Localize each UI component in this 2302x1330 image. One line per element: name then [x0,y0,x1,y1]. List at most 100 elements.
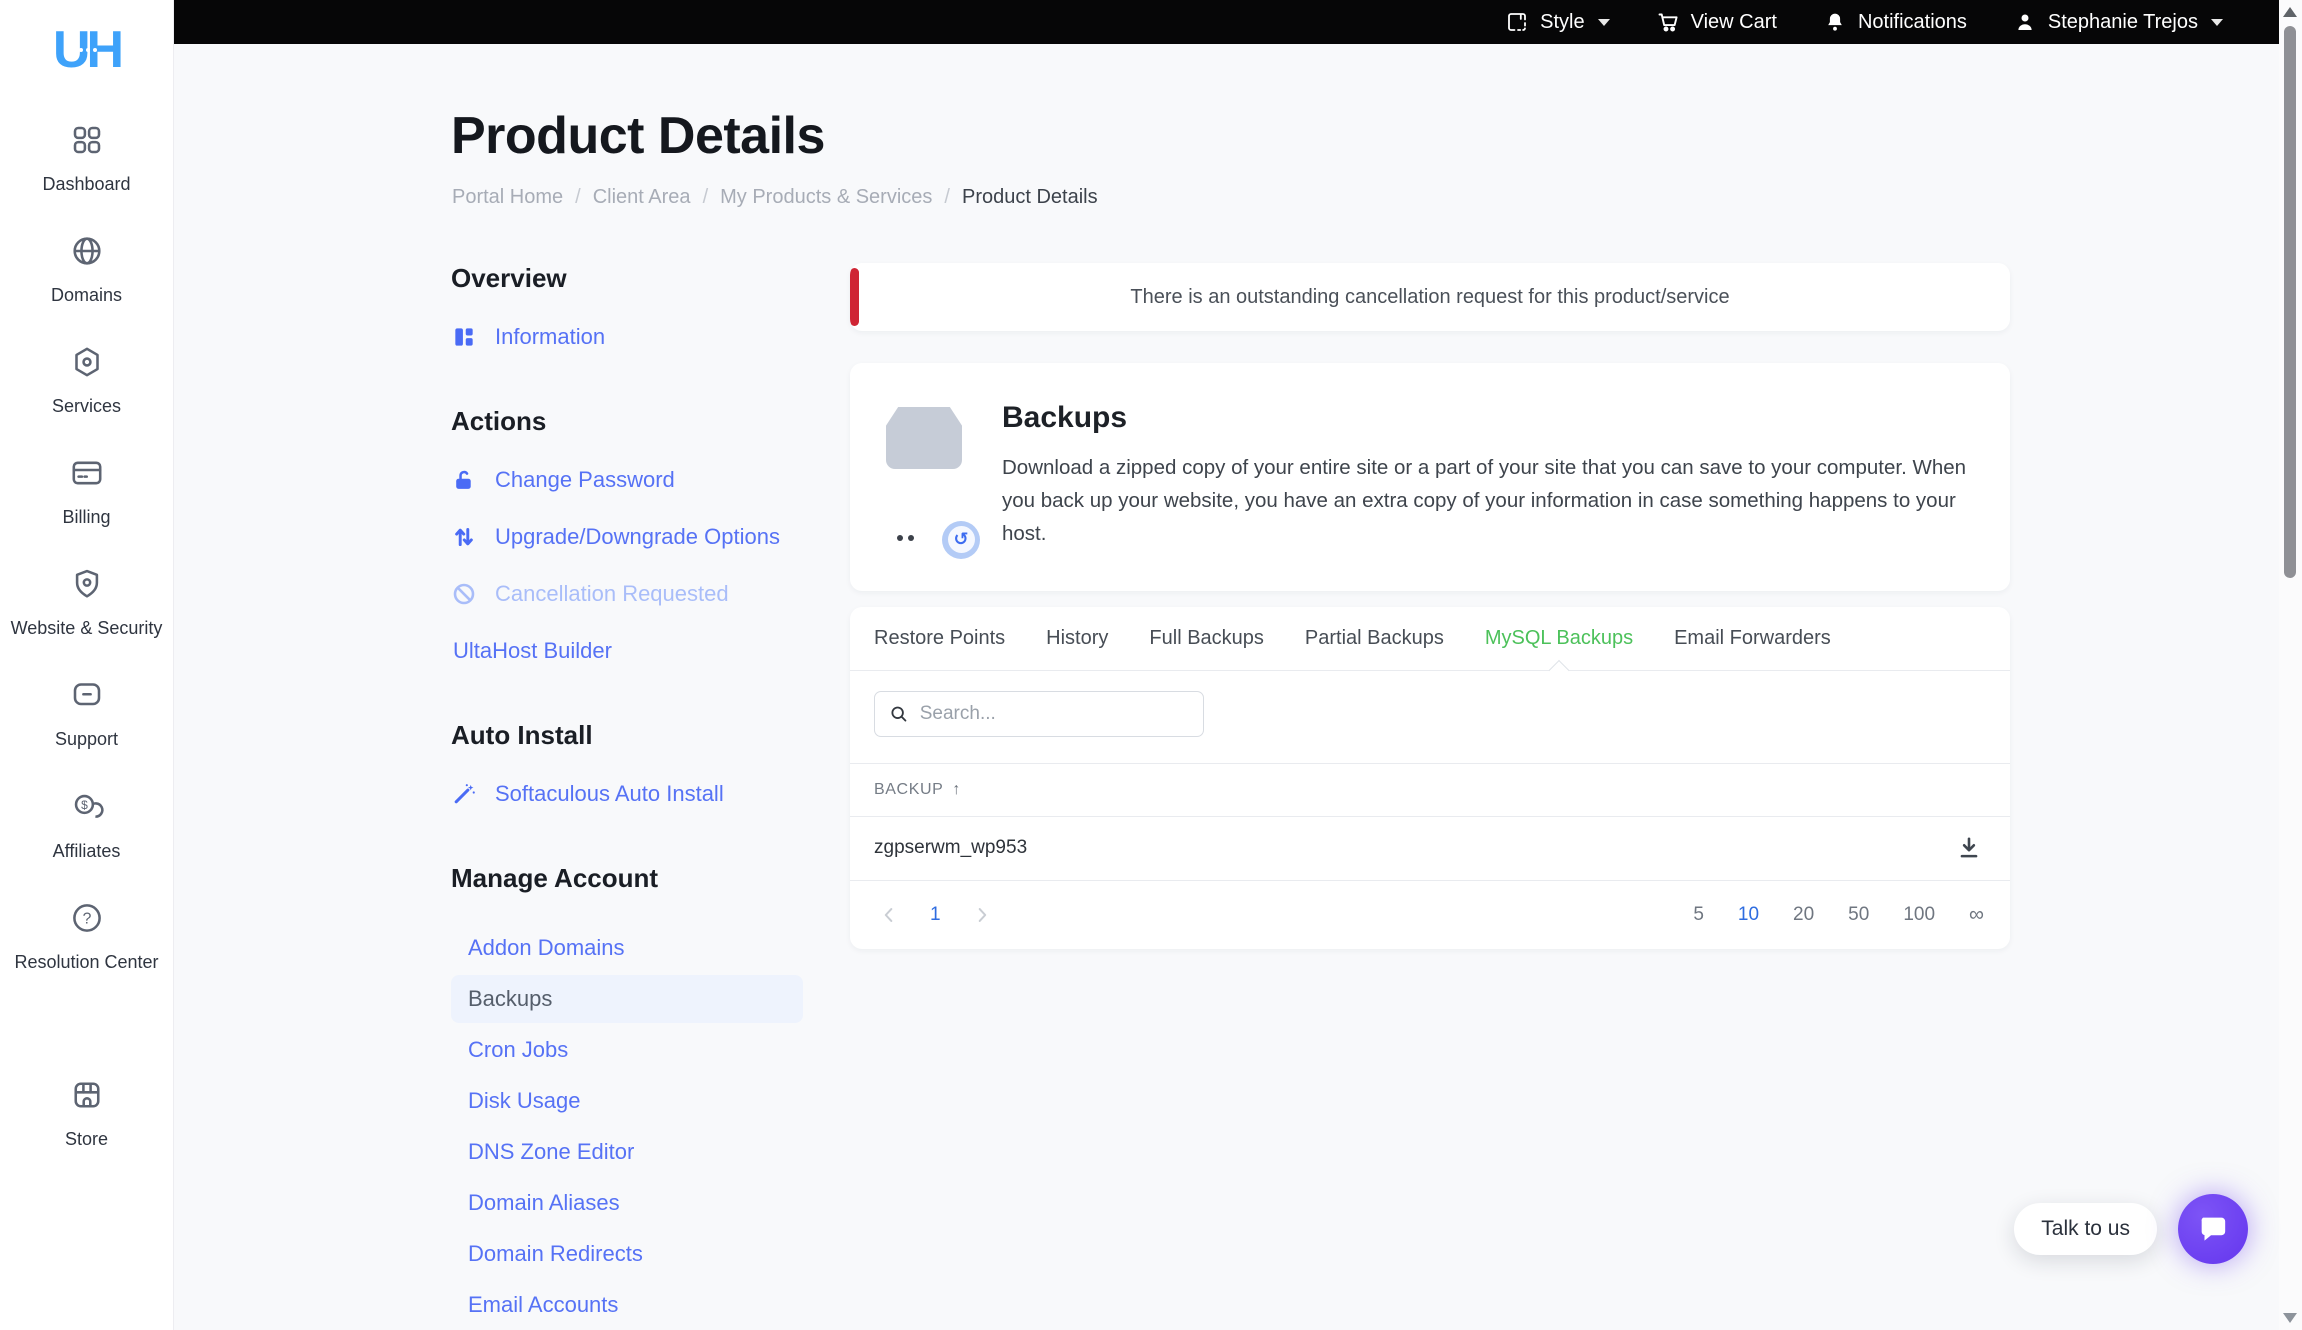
tab-email-forwarders[interactable]: Email Forwarders [1674,606,1831,670]
download-backup-button[interactable] [1952,831,1986,865]
previous-page-button[interactable] [876,902,902,928]
scrollbar-thumb[interactable] [2284,26,2296,578]
upgrade-downgrade-label: Upgrade/Downgrade Options [495,524,780,550]
chevron-left-icon [878,904,900,926]
restore-badge-icon: ↺ [942,521,980,559]
page-size-5[interactable]: 5 [1693,904,1704,926]
tab-restore-points[interactable]: Restore Points [874,606,1005,670]
next-page-button[interactable] [969,902,995,928]
notifications-button[interactable]: Notifications [1823,10,1967,34]
breadcrumb-separator: / [575,186,581,209]
tab-partial-backups[interactable]: Partial Backups [1305,606,1444,670]
backups-table-card: Restore Points History Full Backups Part… [850,607,2010,949]
main-content: Product Details Portal Home / Client Are… [174,44,2279,1330]
sidebar-item-domains[interactable]: Domains [0,233,173,308]
information-link[interactable]: Information [451,324,803,350]
sidebar-item-support[interactable]: Support [0,677,173,752]
sidebar-item-label: Resolution Center [14,949,158,975]
scroll-down-arrow-icon[interactable] [2283,1313,2297,1323]
manage-item-email-accounts[interactable]: Email Accounts [451,1281,803,1329]
tab-full-backups[interactable]: Full Backups [1149,606,1264,670]
dashboard-grid-icon [69,122,105,158]
sidebar-item-dashboard[interactable]: Dashboard [0,122,173,197]
page-size-20[interactable]: 20 [1793,904,1814,926]
talk-to-us-label: Talk to us [2041,1217,2130,1241]
chat-bubble-icon [2196,1212,2230,1246]
search-icon [889,703,909,725]
breadcrumb-separator: / [944,186,950,209]
backups-server-icon: ↺ [886,407,966,551]
notifications-label: Notifications [1858,11,1967,34]
manage-item-domain-aliases[interactable]: Domain Aliases [451,1179,803,1227]
backups-card: ↺ Backups Download a zipped copy of your… [850,363,2010,591]
user-menu[interactable]: Stephanie Trejos [2013,10,2223,34]
backups-tabs: Restore Points History Full Backups Part… [850,607,2010,671]
sidebar-item-label: Billing [62,504,110,530]
tab-history[interactable]: History [1046,606,1108,670]
sidebar-item-label: Website & Security [11,615,163,641]
sort-ascending-icon[interactable]: ↑ [952,781,960,799]
overview-heading: Overview [451,263,803,294]
chat-launcher-button[interactable] [2178,1194,2248,1264]
style-menu[interactable]: Style [1505,10,1609,34]
ultahost-logo[interactable]: UH [53,24,120,76]
sidebar-item-resolution-center[interactable]: ? Resolution Center [0,900,173,975]
columns-icon [451,324,477,350]
manage-account-section: Manage Account Addon Domains Backups Cro… [451,863,803,1330]
sidebar-item-services[interactable]: Services [0,344,173,419]
backup-column-header[interactable]: BACKUP [874,781,943,799]
ban-icon [451,581,477,607]
page-number[interactable]: 1 [930,904,941,926]
manage-item-dns-zone-editor[interactable]: DNS Zone Editor [451,1128,803,1176]
upgrade-downgrade-link[interactable]: Upgrade/Downgrade Options [451,524,803,550]
product-content-column: There is an outstanding cancellation req… [850,263,2010,949]
breadcrumb-client-area[interactable]: Client Area [593,186,691,209]
search-box[interactable] [874,691,1204,737]
scroll-up-arrow-icon[interactable] [2283,7,2297,17]
backups-title: Backups [1002,401,1970,435]
search-input[interactable] [920,703,1189,725]
sidebar-item-label: Store [65,1126,108,1152]
change-password-label: Change Password [495,467,675,493]
vertical-scrollbar[interactable] [2279,0,2302,1330]
chat-bubble-icon [69,677,105,713]
view-cart-button[interactable]: View Cart [1656,10,1777,34]
manage-item-domain-redirects[interactable]: Domain Redirects [451,1230,803,1278]
question-circle-icon: ? [69,900,105,936]
manage-item-backups[interactable]: Backups [451,975,803,1023]
page-size-50[interactable]: 50 [1848,904,1869,926]
softaculous-link[interactable]: Softaculous Auto Install [451,781,803,807]
breadcrumb-current: Product Details [962,186,1098,209]
download-icon [1956,835,1982,861]
sidebar-item-billing[interactable]: Billing [0,455,173,530]
manage-item-cron-jobs[interactable]: Cron Jobs [451,1026,803,1074]
magic-wand-icon [451,781,477,807]
chevron-down-icon [1598,19,1610,26]
hexagon-nut-icon [69,344,105,380]
tab-mysql-backups[interactable]: MySQL Backups [1485,606,1633,670]
table-row: zgpserwm_wp953 [850,817,2010,881]
sidebar-item-store[interactable]: Store [0,1077,173,1152]
ultahost-builder-link[interactable]: UltaHost Builder [451,638,803,664]
search-area [850,671,2010,763]
cart-icon [1656,10,1680,34]
sidebar-item-affiliates[interactable]: $ Affiliates [0,789,173,864]
page-size-infinity[interactable]: ∞ [1969,903,1984,927]
sidebar-nav: Dashboard Domains Services Billing [0,122,173,1188]
user-icon [2013,10,2037,34]
sidebar-item-label: Affiliates [53,838,121,864]
manage-item-addon-domains[interactable]: Addon Domains [451,924,803,972]
product-nav-column: Overview Information Actions [451,263,803,1330]
style-icon [1505,10,1529,34]
logo-dots [79,48,97,52]
topbar: Style View Cart Notifications Stephanie … [174,0,2279,44]
breadcrumb-my-products[interactable]: My Products & Services [720,186,932,209]
breadcrumb-portal-home[interactable]: Portal Home [452,186,563,209]
page-size-10[interactable]: 10 [1738,904,1759,926]
manage-item-disk-usage[interactable]: Disk Usage [451,1077,803,1125]
sidebar: UH Dashboard Domains Services [0,0,174,1330]
change-password-link[interactable]: Change Password [451,467,803,493]
sidebar-item-website-security[interactable]: Website & Security [0,566,173,641]
page-size-100[interactable]: 100 [1903,904,1935,926]
talk-to-us-button[interactable]: Talk to us [2014,1203,2157,1255]
